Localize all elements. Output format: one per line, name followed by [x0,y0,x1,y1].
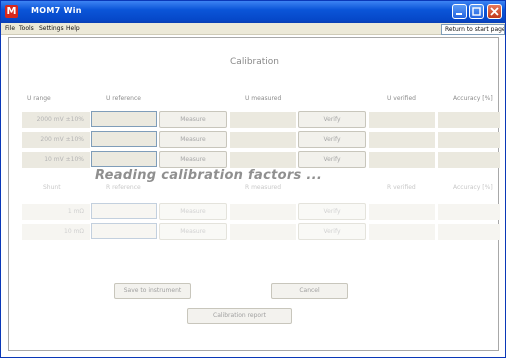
r-reference-input[interactable] [91,223,157,239]
u-verified-value [369,152,435,168]
cancel-button[interactable]: Cancel [271,283,348,299]
save-to-instrument-button[interactable]: Save to instrument [114,283,191,299]
r-accuracy-value [438,224,500,240]
u-reference-input[interactable] [91,151,157,167]
maximize-button[interactable] [469,4,484,19]
u-range-label: 2000 mV ±10% [22,112,90,128]
u-range-label: 10 mV ±10% [22,152,90,168]
verify-button[interactable]: Verify [298,223,366,240]
close-icon [490,7,499,16]
header-u-reference: U reference [106,95,141,102]
u-measured-value [230,112,296,128]
header-u-accuracy: Accuracy [%] [453,95,493,102]
menu-tools[interactable]: Tools [19,25,34,32]
u-measured-value [230,132,296,148]
measure-button[interactable]: Measure [159,203,227,220]
u-reference-input[interactable] [91,111,157,127]
measure-button[interactable]: Measure [159,131,227,148]
window-title: MOM7 Win [31,6,82,15]
r-verified-value [369,204,435,220]
calibration-report-button[interactable]: Calibration report [187,308,292,324]
shunt-range-label: 10 mΩ [22,224,90,240]
maximize-icon [472,7,481,16]
u-accuracy-value [438,152,500,168]
header-r-measured: R measured [245,184,282,191]
close-button[interactable] [487,4,502,19]
menu-file[interactable]: File [5,25,15,32]
header-r-reference: R reference [106,184,141,191]
measure-button[interactable]: Measure [159,151,227,168]
u-verified-value [369,132,435,148]
title-bar[interactable]: M MOM7 Win [1,1,505,23]
app-window: M MOM7 Win File Tools Settings Help Retu… [0,0,506,358]
page-title: Calibration [230,57,279,67]
app-logo-icon: M [5,5,18,18]
measure-button[interactable]: Measure [159,111,227,128]
minimize-icon [456,13,462,15]
menu-bar: File Tools Settings Help [1,23,505,35]
u-accuracy-value [438,132,500,148]
u-measured-value [230,152,296,168]
verify-button[interactable]: Verify [298,151,366,168]
r-accuracy-value [438,204,500,220]
verify-button[interactable]: Verify [298,131,366,148]
r-measured-value [230,224,296,240]
r-measured-value [230,204,296,220]
u-reference-input[interactable] [91,131,157,147]
return-to-start-button[interactable]: Return to start page [441,24,505,35]
header-shunt: Shunt [43,184,61,191]
minimize-button[interactable] [452,4,467,19]
header-u-verified: U verified [387,95,416,102]
status-overlay: Reading calibration factors ... [95,168,323,183]
header-r-verified: R verified [387,184,416,191]
header-u-measured: U measured [245,95,282,102]
u-verified-value [369,112,435,128]
verify-button[interactable]: Verify [298,111,366,128]
measure-button[interactable]: Measure [159,223,227,240]
verify-button[interactable]: Verify [298,203,366,220]
header-r-accuracy: Accuracy [%] [453,184,493,191]
menu-settings[interactable]: Settings [39,25,64,32]
r-reference-input[interactable] [91,203,157,219]
u-range-label: 200 mV ±10% [22,132,90,148]
menu-help[interactable]: Help [66,25,80,32]
header-u-range: U range [27,95,51,102]
r-verified-value [369,224,435,240]
calibration-panel: Calibration U range U reference U measur… [8,37,500,351]
u-accuracy-value [438,112,500,128]
shunt-range-label: 1 mΩ [22,204,90,220]
